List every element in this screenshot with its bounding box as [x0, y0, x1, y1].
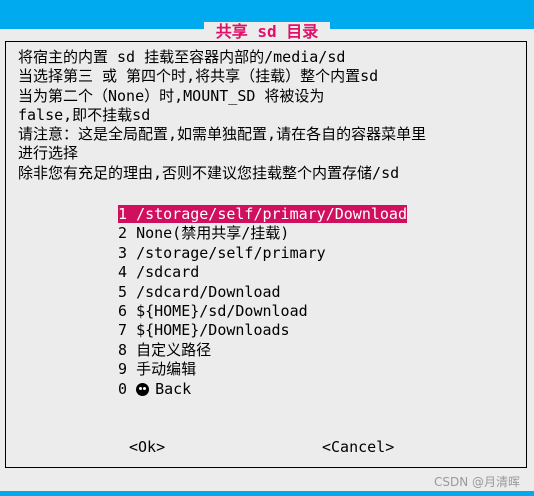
menu-item-key: 0: [118, 379, 128, 398]
dialog-description: 将宿主的内置 sd 挂载至容器内部的/media/sd 当选择第三 或 第四个时…: [18, 48, 427, 182]
menu-item-key: 9: [118, 360, 128, 379]
watermark: CSDN @月清晖: [433, 475, 520, 489]
menu-item-label: 自定义路径: [136, 340, 212, 359]
menu-item-key: 8: [118, 340, 128, 359]
menu-item-0[interactable]: 0 Back: [118, 380, 407, 399]
bottom-bar: [0, 491, 534, 496]
menu-item-label: Back: [155, 379, 192, 398]
menu-item-key: 5: [118, 282, 128, 301]
menu-item-5[interactable]: 5 /sdcard/Download: [118, 283, 407, 302]
menu-item-key: 3: [118, 243, 128, 262]
menu-item-9[interactable]: 9 手动编辑: [118, 360, 407, 379]
dialog-title: 共享 sd 目录: [0, 22, 534, 41]
menu-item-key: 6: [118, 301, 128, 320]
dialog: 共享 sd 目录 将宿主的内置 sd 挂载至容器内部的/media/sd 当选择…: [0, 22, 534, 496]
menu-item-7[interactable]: 7 ${HOME}/Downloads: [118, 321, 407, 340]
menu-item-label: ${HOME}/Downloads: [136, 321, 290, 340]
menu-item-1[interactable]: 1 /storage/self/primary/Download: [118, 205, 407, 224]
menu-item-6[interactable]: 6 ${HOME}/sd/Download: [118, 302, 407, 321]
cancel-button[interactable]: <Cancel>: [322, 438, 394, 456]
menu-item-label: ${HOME}/sd/Download: [136, 301, 308, 320]
menu-item-key: 4: [118, 263, 128, 282]
menu-item-key: 7: [118, 321, 128, 340]
menu-item-3[interactable]: 3 /storage/self/primary: [118, 244, 407, 263]
menu-item-4[interactable]: 4 /sdcard: [118, 263, 407, 282]
menu-item-2[interactable]: 2 None(禁用共享/挂载): [118, 224, 407, 243]
menu-item-label: None(禁用共享/挂载): [136, 224, 290, 243]
menu-item-8[interactable]: 8 自定义路径: [118, 341, 407, 360]
menu-item-label: /sdcard/Download: [136, 282, 281, 301]
menu-list: 1 /storage/self/primary/Download 2 None(…: [118, 205, 407, 399]
menu-item-label: 手动编辑: [136, 360, 197, 379]
menu-item-label: /storage/self/primary: [136, 243, 326, 262]
menu-item-key: 2: [118, 224, 128, 243]
menu-item-label: /sdcard: [136, 263, 200, 282]
menu-item-label: /storage/self/primary/Download: [136, 205, 407, 223]
skull-icon: [136, 382, 150, 396]
dialog-title-text: 共享 sd 目录: [203, 22, 331, 41]
ok-button[interactable]: <Ok>: [129, 438, 165, 456]
menu-item-key: 1: [118, 205, 128, 223]
